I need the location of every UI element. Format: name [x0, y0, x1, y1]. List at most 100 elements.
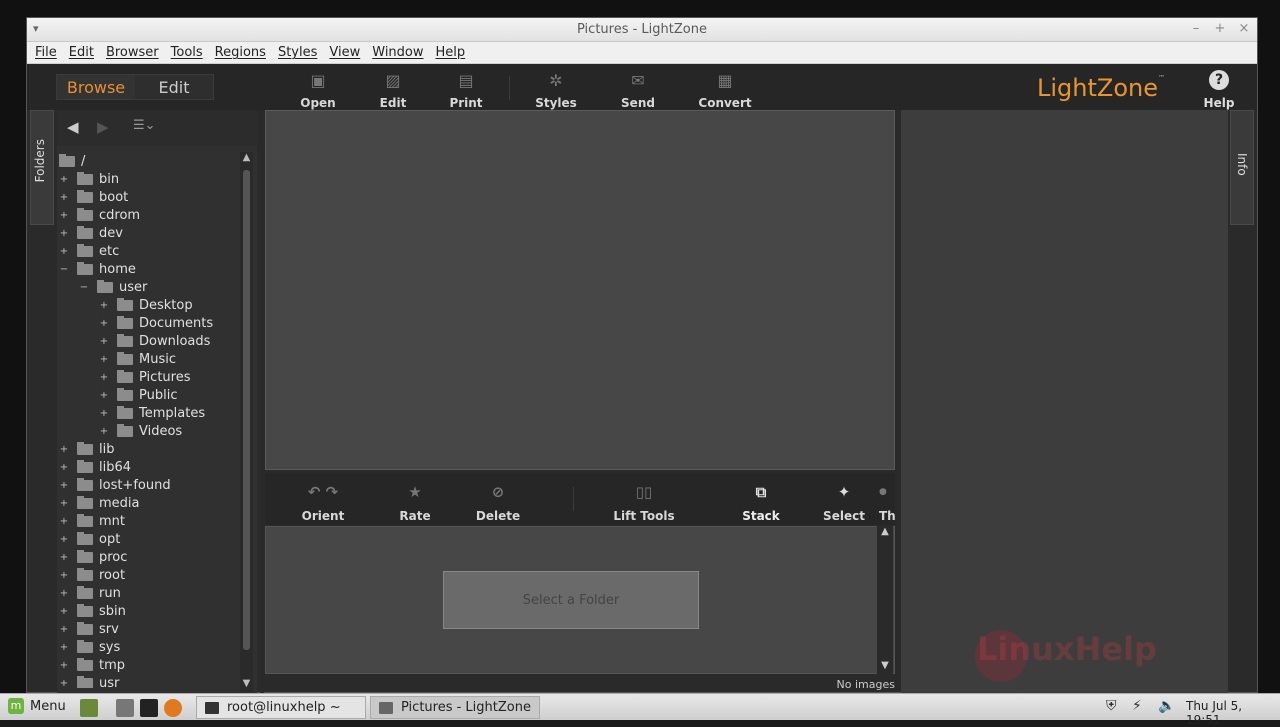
expand-icon[interactable]: + [99, 408, 109, 419]
sort-menu-icon[interactable]: ☰⌄ [133, 118, 156, 133]
tree-item[interactable]: + dev [59, 224, 123, 242]
tree-item[interactable]: + Desktop [99, 296, 193, 314]
tree-item[interactable]: + Downloads [99, 332, 210, 350]
send-button[interactable]: ✉ Send [603, 70, 673, 110]
tree-item[interactable]: + Pictures [99, 368, 190, 386]
menu-tools[interactable]: Tools [165, 45, 209, 60]
expand-icon[interactable]: + [59, 174, 69, 185]
expand-icon[interactable]: + [59, 642, 69, 653]
close-button[interactable]: × [1237, 21, 1251, 36]
orient-button[interactable]: ↶ ↷ Orient [295, 481, 351, 523]
expand-icon[interactable]: + [99, 336, 109, 347]
scroll-thumb[interactable] [243, 170, 250, 650]
tree-item[interactable]: + lib [59, 440, 114, 458]
folders-tab[interactable]: Folders [30, 110, 54, 225]
scroll-up-icon[interactable]: ▲ [877, 526, 893, 540]
folder-tree-scrollbar[interactable]: ▲ ▼ [240, 152, 253, 692]
taskbar-item-terminal[interactable]: root@linuxhelp ~ [196, 696, 366, 719]
network-icon[interactable]: ⚡ [1132, 698, 1142, 714]
menu-help[interactable]: Help [430, 45, 472, 60]
clock[interactable]: Thu Jul 5, 19:51 [1186, 699, 1280, 727]
forward-arrow-icon[interactable]: ▶ [97, 118, 109, 136]
tree-item[interactable]: + sbin [59, 602, 126, 620]
expand-icon[interactable]: + [59, 444, 69, 455]
files-icon[interactable] [116, 699, 134, 717]
help-button[interactable]: ? Help [1197, 70, 1241, 110]
lift-tools-button[interactable]: ▯▯ Lift Tools [609, 481, 679, 523]
tree-item[interactable]: + Templates [99, 404, 205, 422]
menu-styles[interactable]: Styles [272, 45, 323, 60]
maximize-button[interactable]: + [1213, 21, 1227, 36]
browser-scrollbar[interactable]: ▲ ▼ [877, 526, 893, 674]
collapse-icon[interactable]: − [59, 264, 69, 275]
tree-item[interactable]: − user [79, 278, 147, 296]
styles-button[interactable]: ✲ Styles [521, 70, 591, 110]
firefox-icon[interactable] [164, 699, 182, 717]
tree-item[interactable]: + etc [59, 242, 119, 260]
tree-item[interactable]: + lost+found [59, 476, 171, 494]
tree-item[interactable]: − home [59, 260, 136, 278]
expand-icon[interactable]: + [59, 480, 69, 491]
tree-item[interactable]: + tmp [59, 656, 125, 674]
browse-mode-button[interactable]: Browse [57, 75, 135, 99]
minimize-button[interactable]: – [1189, 21, 1203, 36]
tree-item[interactable]: + sys [59, 638, 120, 656]
collapse-icon[interactable]: − [79, 282, 89, 293]
open-button[interactable]: ▣ Open [283, 70, 353, 110]
rate-button[interactable]: ★ Rate [393, 481, 437, 523]
expand-icon[interactable]: + [99, 390, 109, 401]
tree-item[interactable]: + usr [59, 674, 119, 688]
edit-button[interactable]: ▨ Edit [358, 70, 428, 110]
menu-view[interactable]: View [323, 45, 366, 60]
volume-icon[interactable]: 🔈 [1158, 698, 1175, 714]
menu-browser[interactable]: Browser [100, 45, 165, 60]
expand-icon[interactable]: + [59, 624, 69, 635]
tree-item[interactable]: + root [59, 566, 125, 584]
stack-button[interactable]: ⧉ Stack [739, 481, 783, 523]
tree-item[interactable]: + Music [99, 350, 176, 368]
taskbar-item-lightzone[interactable]: Pictures - LightZone [370, 696, 540, 719]
back-arrow-icon[interactable]: ◀ [67, 118, 79, 136]
start-menu-button[interactable]: m Menu [8, 698, 66, 714]
terminal-icon[interactable] [140, 699, 158, 717]
expand-icon[interactable]: + [99, 354, 109, 365]
expand-icon[interactable]: + [59, 534, 69, 545]
expand-icon[interactable]: + [59, 552, 69, 563]
expand-icon[interactable]: + [59, 570, 69, 581]
expand-icon[interactable]: + [59, 606, 69, 617]
tree-item[interactable]: + media [59, 494, 140, 512]
expand-icon[interactable]: + [99, 372, 109, 383]
scroll-up-icon[interactable]: ▲ [240, 152, 253, 166]
expand-icon[interactable]: + [59, 246, 69, 257]
expand-icon[interactable]: + [99, 426, 109, 437]
menu-file[interactable]: File [29, 45, 63, 60]
convert-button[interactable]: ▦ Convert [690, 70, 760, 110]
info-tab[interactable]: Info [1230, 110, 1254, 225]
scroll-down-icon[interactable]: ▼ [877, 660, 893, 674]
expand-icon[interactable]: + [59, 588, 69, 599]
tree-item[interactable]: + mnt [59, 512, 125, 530]
expand-icon[interactable]: + [59, 516, 69, 527]
expand-icon[interactable]: + [99, 318, 109, 329]
title-bar[interactable]: ▾ Pictures - LightZone – + × [27, 18, 1257, 42]
expand-icon[interactable]: + [59, 498, 69, 509]
expand-icon[interactable]: + [59, 210, 69, 221]
thumbnails-button[interactable]: ● Th [879, 481, 895, 523]
tree-item[interactable]: + srv [59, 620, 119, 638]
tree-item[interactable]: + lib64 [59, 458, 131, 476]
edit-mode-button[interactable]: Edit [135, 75, 213, 99]
tree-item[interactable]: + opt [59, 530, 120, 548]
expand-icon[interactable]: + [59, 228, 69, 239]
tree-item[interactable]: + Videos [99, 422, 182, 440]
tree-item[interactable]: + run [59, 584, 121, 602]
expand-icon[interactable]: + [59, 192, 69, 203]
tree-item[interactable]: + boot [59, 188, 128, 206]
shield-icon[interactable]: ⛨ [1106, 698, 1117, 714]
menu-regions[interactable]: Regions [209, 45, 272, 60]
menu-window[interactable]: Window [366, 45, 429, 60]
expand-icon[interactable]: + [59, 660, 69, 671]
menu-edit[interactable]: Edit [63, 45, 100, 60]
print-button[interactable]: ▤ Print [431, 70, 501, 110]
expand-icon[interactable]: + [59, 678, 69, 689]
tree-item[interactable]: + proc [59, 548, 127, 566]
